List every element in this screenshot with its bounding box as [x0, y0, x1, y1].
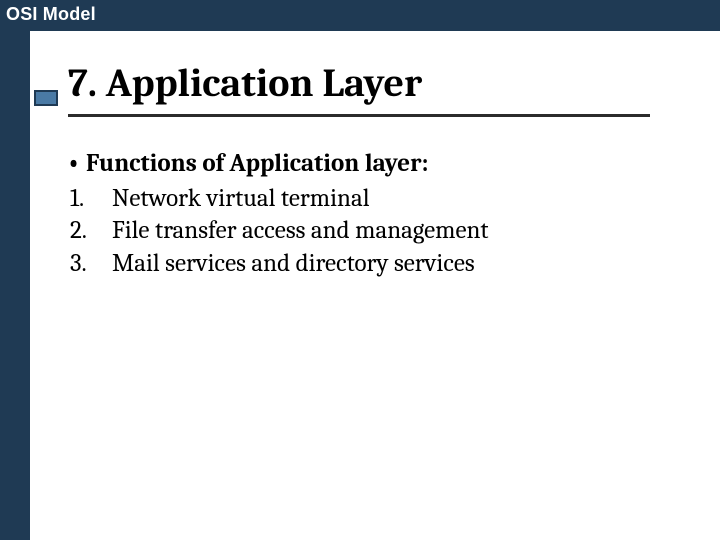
list-item: 2. File transfer access and management — [70, 215, 668, 248]
list-item-number: 2. — [70, 215, 96, 248]
subheading-row: •Functions of Application layer: — [68, 148, 668, 181]
list-item-number: 3. — [70, 248, 96, 281]
list-item-text: Network virtual terminal — [112, 183, 369, 216]
title-underline — [68, 114, 650, 117]
slide-content: •Functions of Application layer: 1. Netw… — [68, 148, 668, 280]
subheading-text: Functions of Application layer: — [86, 149, 428, 178]
title-accent-square — [34, 90, 58, 106]
slide-title: 7. Application Layer — [68, 60, 650, 112]
left-rail — [0, 30, 30, 540]
header-bar: OSI Model — [0, 0, 720, 31]
list-item: 1. Network virtual terminal — [70, 183, 668, 216]
numbered-list: 1. Network virtual terminal 2. File tran… — [68, 183, 668, 281]
list-item: 3. Mail services and directory services — [70, 248, 668, 281]
header-title: OSI Model — [6, 4, 96, 24]
list-item-text: File transfer access and management — [112, 215, 489, 248]
list-item-text: Mail services and directory services — [112, 248, 475, 281]
slide-title-block: 7. Application Layer — [68, 60, 650, 117]
list-item-number: 1. — [70, 183, 96, 216]
bullet-icon: • — [68, 148, 86, 181]
